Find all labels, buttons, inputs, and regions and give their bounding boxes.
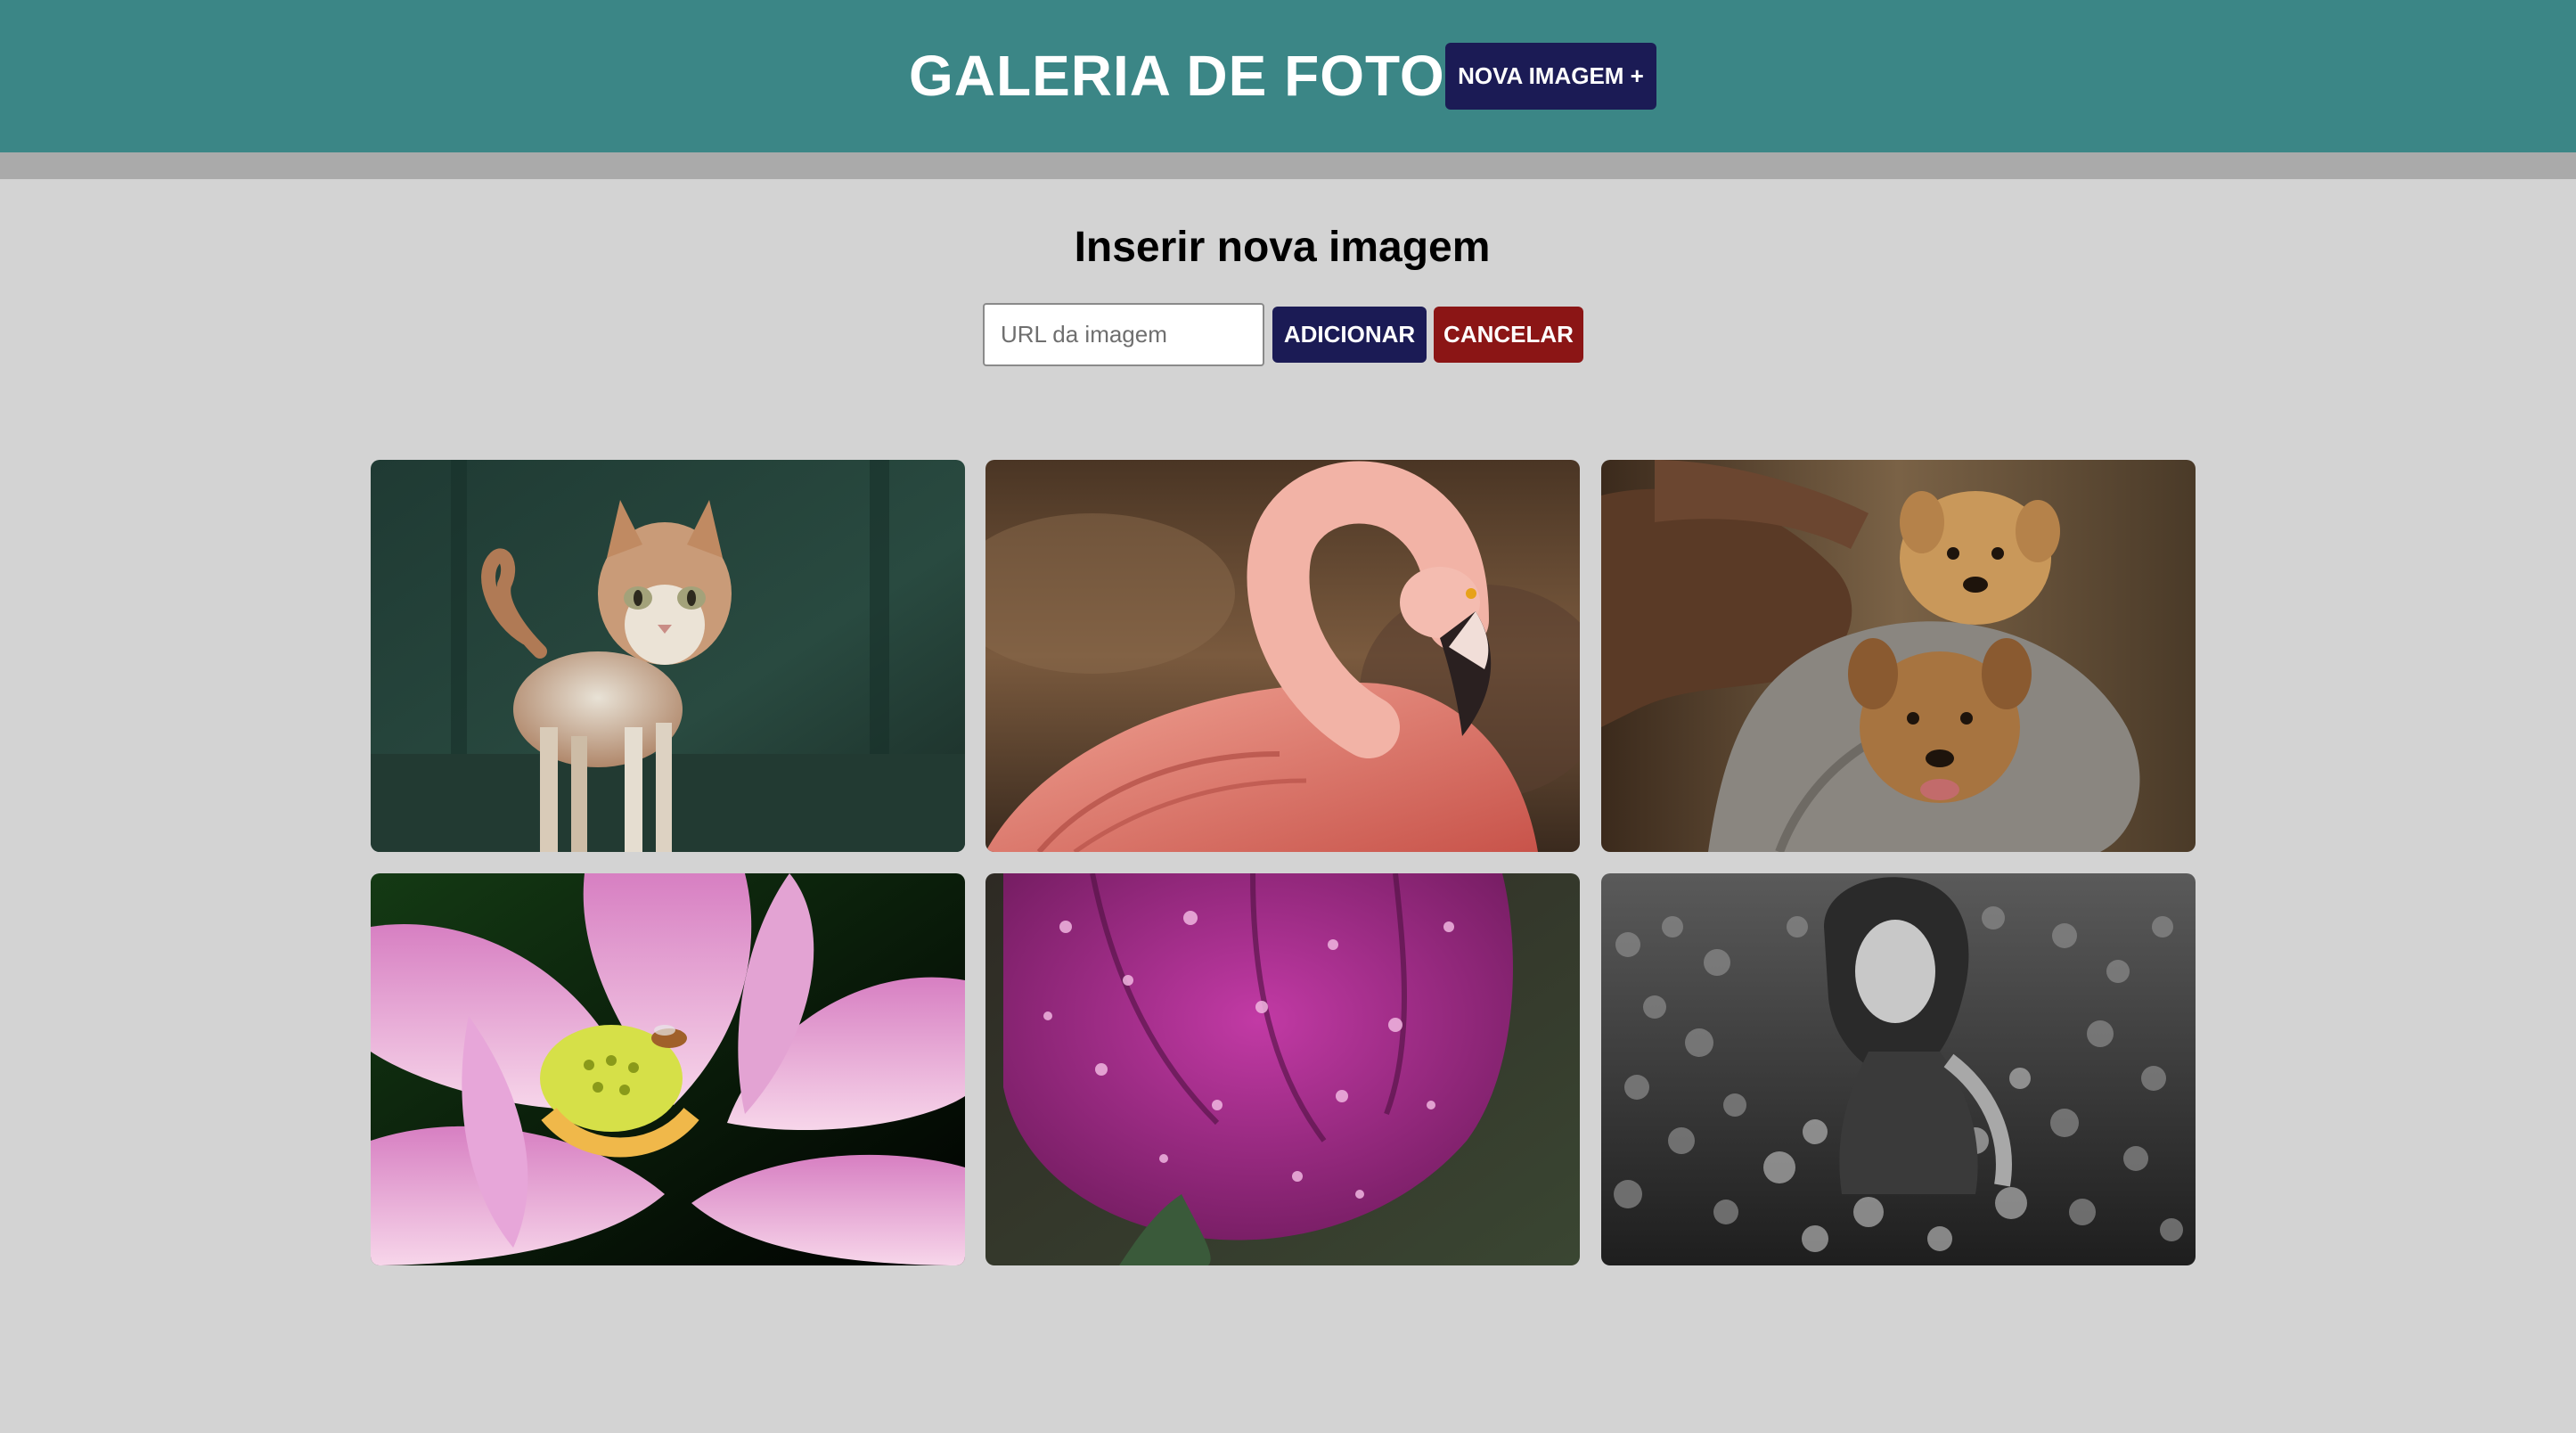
gallery-photo-cat[interactable] bbox=[371, 460, 965, 852]
form-heading: Inserir nova imagem bbox=[1074, 224, 1491, 271]
gallery-photo-flamingo[interactable] bbox=[985, 460, 1580, 852]
app-header: GALERIA DE FOTOS NOVA IMAGEM + bbox=[0, 0, 2576, 152]
flamingo-image bbox=[985, 460, 1580, 852]
gallery-photo-woman[interactable] bbox=[1601, 873, 2196, 1265]
new-image-button[interactable]: NOVA IMAGEM + bbox=[1445, 43, 1656, 110]
purple-flower-image bbox=[985, 873, 1580, 1265]
header-divider bbox=[0, 152, 2576, 179]
image-url-input[interactable] bbox=[983, 303, 1264, 366]
gallery-photo-lotus[interactable] bbox=[371, 873, 965, 1265]
app-title: GALERIA DE FOTOS bbox=[909, 44, 1484, 108]
gallery-photo-puppies[interactable] bbox=[1601, 460, 2196, 852]
cancel-button[interactable]: CANCELAR bbox=[1434, 307, 1583, 363]
puppies-image bbox=[1601, 460, 2196, 852]
lotus-image bbox=[371, 873, 965, 1265]
add-button[interactable]: ADICIONAR bbox=[1272, 307, 1427, 363]
cat-image bbox=[371, 460, 965, 852]
gallery-photo-purple-flower[interactable] bbox=[985, 873, 1580, 1265]
woman-image bbox=[1601, 873, 2196, 1265]
photo-gallery bbox=[371, 460, 2196, 1265]
